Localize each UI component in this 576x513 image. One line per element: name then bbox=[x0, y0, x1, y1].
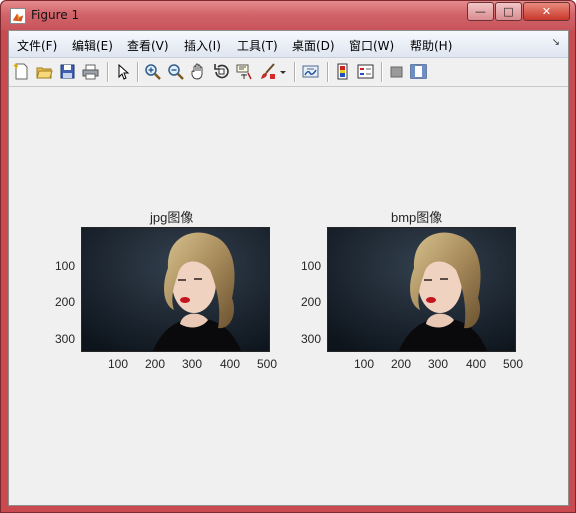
toolbar-separator bbox=[327, 62, 329, 82]
axes-2-title: bmp图像 bbox=[391, 210, 443, 225]
axes-2-ytick: 200 bbox=[301, 295, 322, 309]
data-cursor-icon[interactable] bbox=[235, 62, 253, 80]
axes-1-xtick: 100 bbox=[108, 357, 129, 371]
axes-1-ytick: 100 bbox=[55, 259, 76, 273]
axes-1-xtick: 200 bbox=[145, 357, 166, 371]
minimize-button[interactable]: — bbox=[467, 2, 494, 21]
menu-view[interactable]: 查看(V) bbox=[127, 37, 169, 54]
axes-1-title: jpg图像 bbox=[150, 210, 194, 225]
print-icon[interactable] bbox=[81, 62, 99, 80]
figure-toolbar bbox=[9, 58, 568, 87]
axes-2-ytick: 100 bbox=[301, 259, 322, 273]
menu-tools[interactable]: 工具(T) bbox=[237, 37, 278, 54]
brush-dropdown-icon[interactable] bbox=[278, 62, 288, 80]
toolbar-separator bbox=[107, 62, 109, 82]
legend-icon[interactable] bbox=[356, 62, 374, 80]
maximize-button[interactable]: □ bbox=[495, 2, 522, 21]
brush-icon[interactable] bbox=[258, 62, 276, 80]
axes-2-ytick: 300 bbox=[301, 332, 322, 346]
zoom-out-icon[interactable] bbox=[166, 62, 184, 80]
menu-help[interactable]: 帮助(H) bbox=[410, 37, 452, 54]
rotate-3d-icon[interactable] bbox=[212, 62, 230, 80]
show-plot-tools-icon[interactable] bbox=[409, 62, 427, 80]
menu-bar: 文件(F) 编辑(E) 查看(V) 插入(I) 工具(T) 桌面(D) 窗口(W… bbox=[9, 31, 568, 58]
zoom-in-icon[interactable] bbox=[143, 62, 161, 80]
link-plot-icon[interactable] bbox=[301, 62, 319, 80]
portrait-photo-jpg bbox=[82, 228, 269, 351]
window-title: Figure 1 bbox=[31, 8, 80, 22]
toolbar-separator bbox=[294, 62, 296, 82]
axes-2-xtick: 100 bbox=[354, 357, 375, 371]
menu-insert[interactable]: 插入(I) bbox=[184, 37, 221, 54]
menu-window[interactable]: 窗口(W) bbox=[349, 37, 394, 54]
figure-client-area: 文件(F) 编辑(E) 查看(V) 插入(I) 工具(T) 桌面(D) 窗口(W… bbox=[8, 30, 569, 506]
axes-2-xtick: 200 bbox=[391, 357, 412, 371]
figure-window: Figure 1 — □ ✕ 文件(F) 编辑(E) 查看(V) 插入(I) 工… bbox=[0, 0, 576, 513]
colorbar-icon[interactable] bbox=[333, 62, 351, 80]
open-file-icon[interactable] bbox=[35, 62, 53, 80]
portrait-photo-bmp bbox=[328, 228, 515, 351]
title-bar[interactable]: Figure 1 — □ ✕ bbox=[1, 1, 575, 30]
axes-1-xtick: 400 bbox=[220, 357, 241, 371]
toolbar-separator bbox=[381, 62, 383, 82]
new-figure-icon[interactable] bbox=[12, 62, 30, 80]
matlab-app-icon bbox=[10, 8, 26, 24]
toolbar-separator bbox=[137, 62, 139, 82]
axes-2-xtick: 500 bbox=[503, 357, 524, 371]
axes-1-ytick: 200 bbox=[55, 295, 76, 309]
menu-overflow-icon[interactable]: ↘ bbox=[552, 37, 560, 48]
pan-hand-icon[interactable] bbox=[189, 62, 207, 80]
save-icon[interactable] bbox=[58, 62, 76, 80]
menu-edit[interactable]: 编辑(E) bbox=[72, 37, 113, 54]
axes-1-ytick: 300 bbox=[55, 332, 76, 346]
axes-1-xtick: 300 bbox=[182, 357, 203, 371]
axes-1-xtick: 500 bbox=[257, 357, 278, 371]
axes-1-image[interactable] bbox=[81, 227, 270, 352]
pointer-icon[interactable] bbox=[113, 62, 131, 80]
axes-2-xtick: 400 bbox=[466, 357, 487, 371]
axes-2-xtick: 300 bbox=[428, 357, 449, 371]
menu-file[interactable]: 文件(F) bbox=[17, 37, 57, 54]
axes-2-image[interactable] bbox=[327, 227, 516, 352]
menu-desktop[interactable]: 桌面(D) bbox=[292, 37, 335, 54]
hide-plot-tools-icon[interactable] bbox=[387, 62, 405, 80]
close-button[interactable]: ✕ bbox=[523, 2, 570, 21]
